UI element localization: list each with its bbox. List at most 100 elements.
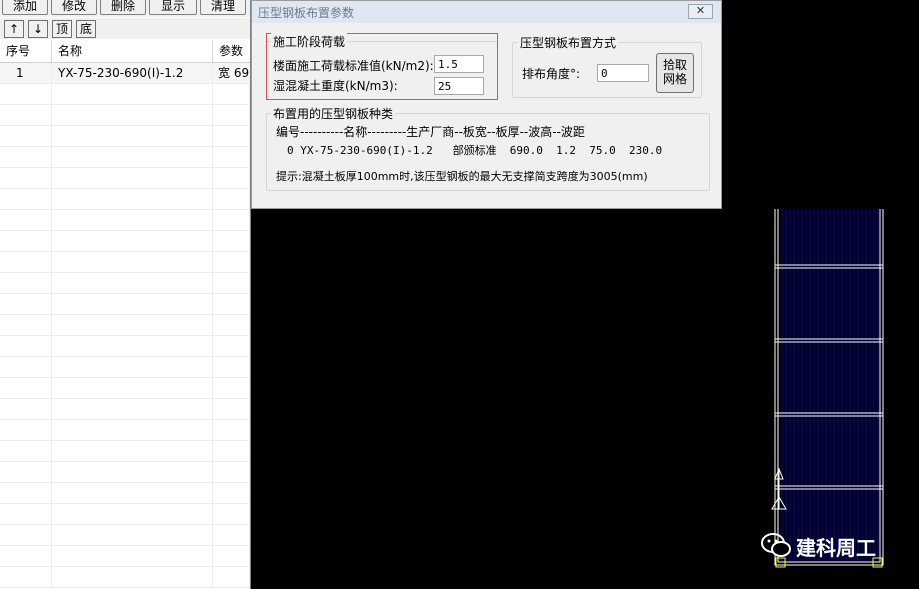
empty-cell bbox=[213, 273, 250, 293]
empty-cell bbox=[52, 231, 213, 251]
empty-cell bbox=[213, 126, 250, 146]
empty-cell bbox=[52, 504, 213, 524]
empty-cell bbox=[52, 378, 213, 398]
empty-table-row bbox=[0, 483, 250, 504]
empty-cell bbox=[52, 273, 213, 293]
move-down-button[interactable]: ↓ bbox=[28, 20, 48, 38]
empty-table-row bbox=[0, 525, 250, 546]
empty-cell bbox=[52, 147, 213, 167]
concrete-density-input[interactable] bbox=[434, 77, 484, 95]
empty-cell bbox=[0, 483, 52, 503]
empty-cell bbox=[52, 105, 213, 125]
empty-cell bbox=[0, 210, 52, 230]
empty-cell bbox=[0, 567, 52, 587]
show-button[interactable]: 显示 bbox=[149, 0, 197, 15]
column-header-index[interactable]: 序号 bbox=[0, 40, 52, 62]
empty-cell bbox=[0, 525, 52, 545]
empty-cell bbox=[213, 147, 250, 167]
move-top-button[interactable]: 顶 bbox=[52, 20, 72, 38]
empty-cell bbox=[52, 315, 213, 335]
empty-cell bbox=[52, 441, 213, 461]
pick-grid-line2: 网格 bbox=[662, 72, 687, 86]
empty-cell bbox=[213, 399, 250, 419]
empty-cell bbox=[213, 189, 250, 209]
empty-cell bbox=[0, 315, 52, 335]
table-row[interactable]: 1 YX-75-230-690(I)-1.2 宽 69 bbox=[0, 63, 250, 84]
empty-cell bbox=[213, 567, 250, 587]
empty-table-row bbox=[0, 462, 250, 483]
empty-cell bbox=[0, 231, 52, 251]
move-bottom-button[interactable]: 底 bbox=[76, 20, 96, 38]
empty-cell bbox=[213, 420, 250, 440]
angle-input[interactable] bbox=[597, 64, 649, 82]
empty-cell bbox=[0, 294, 52, 314]
empty-cell bbox=[52, 483, 213, 503]
clear-button[interactable]: 清理 bbox=[200, 0, 246, 15]
empty-cell bbox=[0, 147, 52, 167]
layout-group-title: 压型钢板布置方式 bbox=[518, 34, 619, 51]
empty-cell bbox=[52, 168, 213, 188]
empty-cell bbox=[0, 462, 52, 482]
empty-cell bbox=[0, 441, 52, 461]
empty-cell bbox=[52, 84, 213, 104]
empty-cell bbox=[0, 168, 52, 188]
empty-cell bbox=[52, 357, 213, 377]
empty-cell bbox=[52, 420, 213, 440]
column-header-params[interactable]: 参数 bbox=[213, 40, 250, 62]
pick-grid-button[interactable]: 拾取 网格 bbox=[656, 53, 694, 93]
empty-table-row bbox=[0, 84, 250, 105]
empty-table-row bbox=[0, 294, 250, 315]
empty-cell bbox=[52, 399, 213, 419]
empty-cell bbox=[213, 315, 250, 335]
empty-table-row bbox=[0, 567, 250, 588]
empty-table-row bbox=[0, 441, 250, 462]
empty-table-row bbox=[0, 315, 250, 336]
empty-cell bbox=[0, 126, 52, 146]
empty-cell bbox=[52, 546, 213, 566]
empty-cell bbox=[0, 420, 52, 440]
empty-cell bbox=[52, 462, 213, 482]
floor-load-input[interactable] bbox=[434, 55, 484, 73]
empty-cell bbox=[213, 294, 250, 314]
close-button[interactable]: ✕ bbox=[688, 4, 713, 19]
empty-cell bbox=[0, 378, 52, 398]
empty-cell bbox=[213, 210, 250, 230]
empty-cell bbox=[52, 294, 213, 314]
types-table-row[interactable]: 0 YX-75-230-690(I)-1.2 部颁标准 690.0 1.2 75… bbox=[287, 142, 662, 158]
dialog-titlebar[interactable]: 压型钢板布置参数 ✕ bbox=[252, 1, 721, 23]
delete-button[interactable]: 删除 bbox=[100, 0, 146, 15]
empty-cell bbox=[213, 483, 250, 503]
empty-cell bbox=[52, 567, 213, 587]
dialog-title: 压型钢板布置参数 bbox=[258, 6, 355, 20]
row-params: 宽 69 bbox=[218, 66, 250, 80]
deck-border bbox=[774, 209, 884, 566]
empty-table-row bbox=[0, 357, 250, 378]
empty-cell bbox=[213, 525, 250, 545]
empty-table-row bbox=[0, 273, 250, 294]
empty-table-row bbox=[0, 126, 250, 147]
empty-table-row bbox=[0, 378, 250, 399]
empty-cell bbox=[0, 504, 52, 524]
list-toolbar: 添加 修改 删除 显示 清理 bbox=[0, 0, 250, 17]
column-header-name[interactable]: 名称 bbox=[52, 40, 213, 62]
empty-table-row bbox=[0, 252, 250, 273]
empty-cell bbox=[0, 252, 52, 272]
concrete-density-label: 湿混凝土重度(kN/m3): bbox=[273, 79, 398, 93]
empty-cell bbox=[213, 504, 250, 524]
pick-grid-line1: 拾取 bbox=[662, 58, 687, 72]
empty-cell bbox=[213, 357, 250, 377]
modify-button[interactable]: 修改 bbox=[51, 0, 97, 15]
add-button[interactable]: 添加 bbox=[2, 0, 48, 15]
empty-cell bbox=[213, 252, 250, 272]
empty-table-row bbox=[0, 210, 250, 231]
deck-ribs bbox=[781, 209, 879, 562]
move-up-button[interactable]: ↑ bbox=[4, 20, 24, 38]
empty-cell bbox=[213, 84, 250, 104]
table-header: 序号 名称 参数 bbox=[0, 40, 250, 63]
deck-table: 序号 名称 参数 1 YX-75-230-690(I)-1.2 宽 69 bbox=[0, 40, 250, 589]
empty-cell bbox=[213, 441, 250, 461]
row-index: 1 bbox=[0, 63, 52, 83]
empty-cell bbox=[213, 546, 250, 566]
empty-table-row bbox=[0, 168, 250, 189]
component-list-panel: 添加 修改 删除 显示 清理 ↑ ↓ 顶 底 序号 名称 参数 1 YX-75-… bbox=[0, 0, 251, 589]
